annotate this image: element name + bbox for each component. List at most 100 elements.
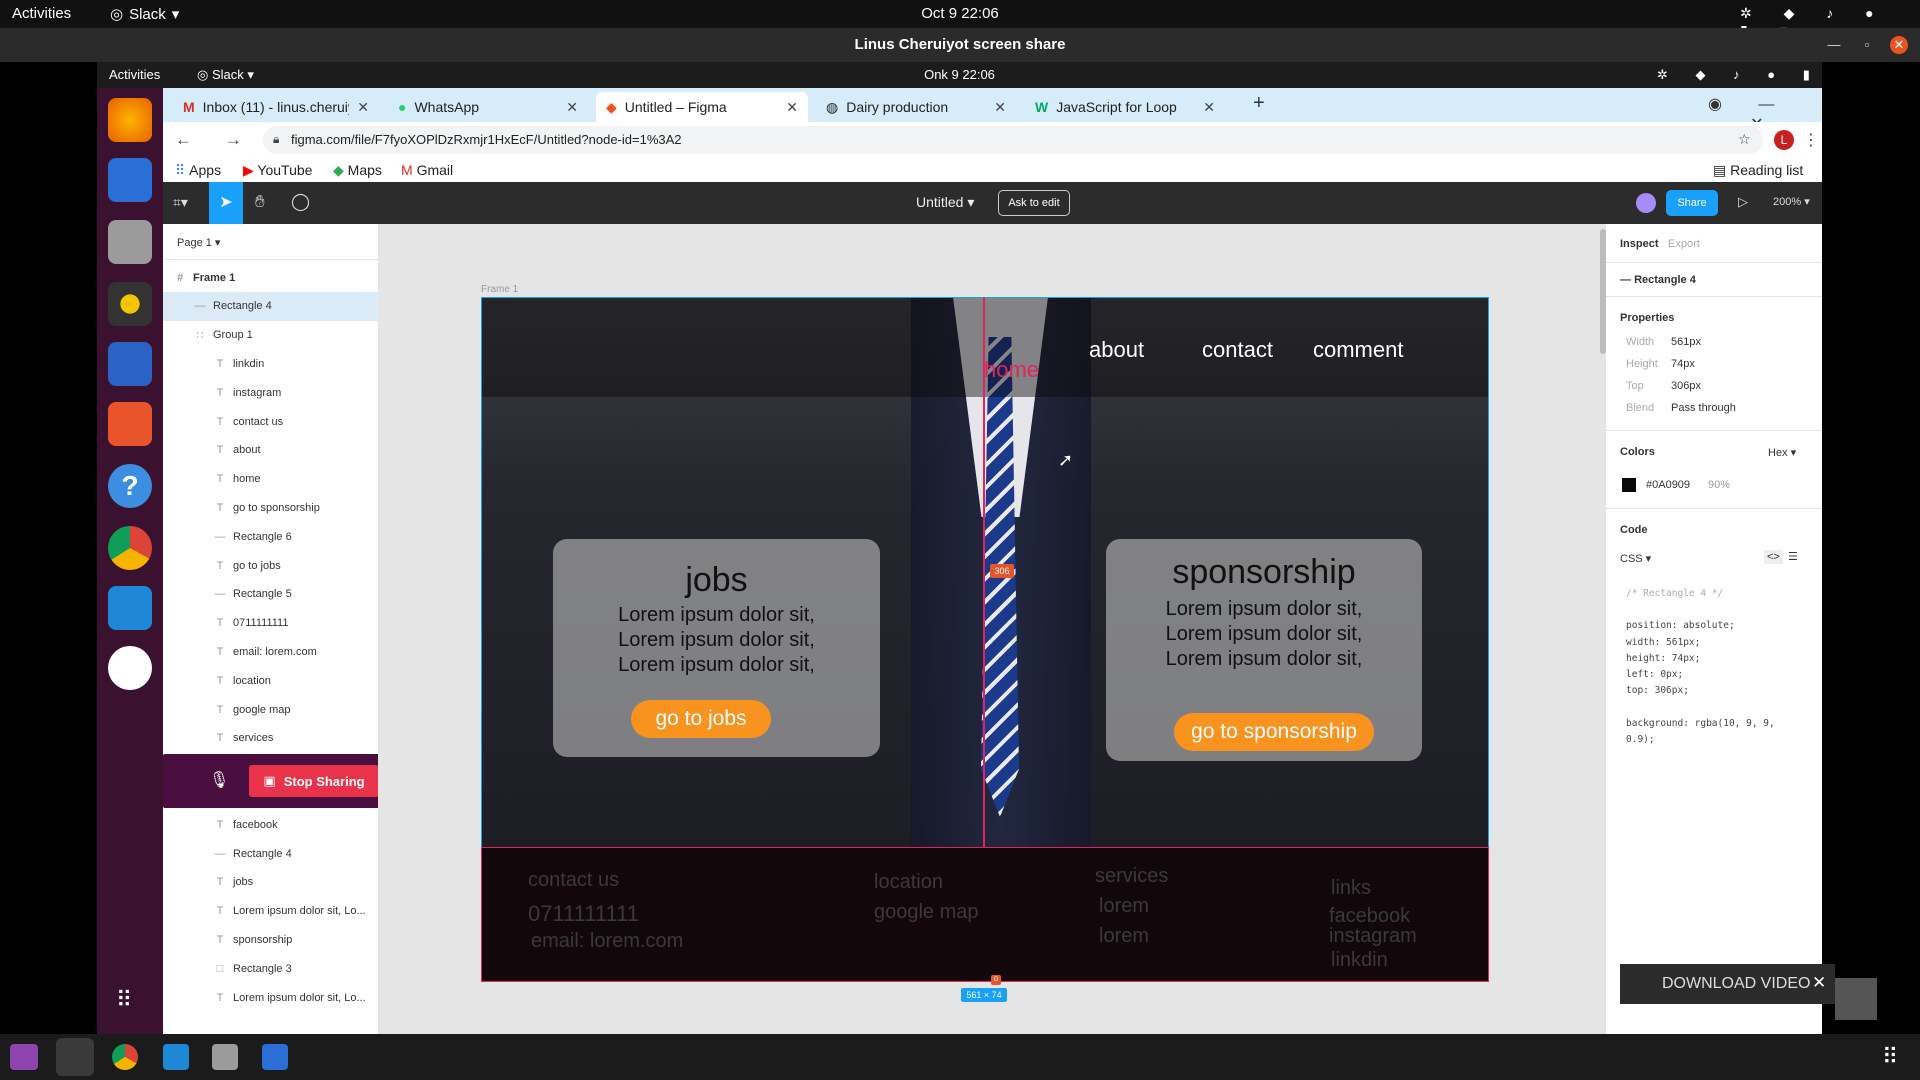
reading-list[interactable]: ▤ Reading list xyxy=(1713,162,1803,179)
star-icon[interactable]: ☆ xyxy=(1738,131,1751,148)
go-to-jobs-button[interactable]: go to jobs xyxy=(631,700,771,738)
layer-row[interactable]: # Frame 1 xyxy=(163,263,378,292)
vscode-icon[interactable] xyxy=(108,586,152,630)
layer-row[interactable]: Tjobs xyxy=(163,868,378,897)
firefox-icon[interactable] xyxy=(108,98,152,142)
tab-dairy[interactable]: ◍ Dairy production ✕ xyxy=(816,92,1016,122)
software-center-icon[interactable] xyxy=(108,402,152,446)
thunderbird-taskbar-icon[interactable] xyxy=(262,1044,288,1070)
frame-label[interactable]: Frame 1 xyxy=(481,284,518,295)
show-apps-icon[interactable]: ⠿ xyxy=(116,985,146,1015)
layer-row[interactable]: Temail: lorem.com xyxy=(163,637,378,666)
nav-comment[interactable]: comment xyxy=(1313,337,1403,363)
color-format-select[interactable]: Hex ▾ xyxy=(1768,446,1796,459)
ask-to-edit-button[interactable]: Ask to edit xyxy=(998,190,1070,216)
bookmark-apps[interactable]: ⠿ Apps xyxy=(175,162,221,179)
share-button[interactable]: Share xyxy=(1666,190,1718,216)
layer-row[interactable]: Tgoogle map xyxy=(163,695,378,724)
comment-tool-icon[interactable]: ◯ xyxy=(291,192,310,212)
layer-row[interactable]: ∷ Group 1 xyxy=(163,321,378,350)
layer-row[interactable]: Tservices xyxy=(163,724,378,753)
stop-sharing-button[interactable]: ▣ Stop Sharing xyxy=(249,765,379,797)
tab-export[interactable]: Export xyxy=(1668,238,1700,250)
close-tab-icon[interactable]: ✕ xyxy=(566,99,578,116)
chrome-taskbar-icon[interactable] xyxy=(112,1044,138,1070)
clock[interactable]: Oct 9 22:06 xyxy=(0,5,1920,22)
chrome-icon[interactable] xyxy=(108,526,152,570)
color-value[interactable]: #0A0909 xyxy=(1646,479,1690,491)
list-view-icon[interactable]: ☰ xyxy=(1788,550,1798,563)
bookmark-maps[interactable]: ◆ Maps xyxy=(333,162,382,179)
layer-row[interactable]: Tfacebook xyxy=(163,810,378,839)
slack-taskbar-icon[interactable] xyxy=(56,1038,94,1076)
show-apps-icon[interactable]: ⠿ xyxy=(1882,1044,1898,1070)
layer-row[interactable]: T Lorem ipsum dolor sit, Lo... xyxy=(163,897,378,926)
layer-row[interactable]: Tsponsorship xyxy=(163,925,378,954)
bookmark-youtube[interactable]: ▶ YouTube xyxy=(243,162,312,179)
layer-row[interactable]: — Rectangle 4 xyxy=(163,839,378,868)
close-tab-icon[interactable]: ✕ xyxy=(357,99,369,116)
layer-row[interactable]: Tinstagram xyxy=(163,378,378,407)
present-icon[interactable]: ▷ xyxy=(1738,194,1748,210)
nav-about[interactable]: about xyxy=(1089,337,1144,363)
tab-whatsapp[interactable]: ● WhatsApp ✕ xyxy=(388,92,588,122)
thunderbird-icon[interactable] xyxy=(108,158,152,202)
avatar[interactable]: L xyxy=(1774,130,1794,150)
layer-row[interactable]: Tlocation xyxy=(163,666,378,695)
code-view-icon[interactable]: <> xyxy=(1764,550,1783,564)
close-tab-icon[interactable]: ✕ xyxy=(1203,99,1215,116)
vscode-taskbar-icon[interactable] xyxy=(163,1044,189,1070)
layer-row[interactable]: Tabout xyxy=(163,436,378,465)
close-tab-icon[interactable]: ✕ xyxy=(786,99,798,116)
layer-row[interactable]: Tgo to jobs xyxy=(163,551,378,580)
menu-dots-icon[interactable]: ⋮ xyxy=(1803,130,1819,150)
design-frame[interactable]: home about contact comment jobs Lorem ip… xyxy=(481,297,1489,982)
files-taskbar-icon[interactable] xyxy=(212,1044,238,1070)
tab-javascript[interactable]: W JavaScript for Loop ✕ xyxy=(1025,92,1225,122)
layer-row[interactable]: — Rectangle 5 xyxy=(163,580,378,609)
css-code-block[interactable]: /* Rectangle 4 */ position: absolute; widt… xyxy=(1626,586,1775,748)
layer-row[interactable]: — Rectangle 4 xyxy=(163,291,378,321)
avatar[interactable] xyxy=(1636,193,1656,213)
layer-row[interactable]: Tlinkdin xyxy=(163,349,378,378)
nav-home[interactable]: home xyxy=(984,357,1039,383)
code-language-select[interactable]: CSS ▾ xyxy=(1620,552,1651,565)
close-tab-icon[interactable]: ✕ xyxy=(994,99,1006,116)
tab-inspect[interactable]: Inspect xyxy=(1620,238,1659,250)
close-icon[interactable]: ✕ xyxy=(1812,973,1826,993)
layer-row[interactable]: — Rectangle 6 xyxy=(163,522,378,551)
bookmark-gmail[interactable]: M Gmail xyxy=(401,162,453,178)
layer-row[interactable]: Tgo to sponsorship xyxy=(163,493,378,522)
layer-row[interactable]: Tcontact us xyxy=(163,407,378,436)
url-field[interactable]: 🔒︎ figma.com/file/F7fyoXOPlDzRxmjr1HxEcF… xyxy=(263,126,1763,154)
new-tab-icon[interactable]: + xyxy=(1253,92,1265,115)
nav-contact[interactable]: contact xyxy=(1202,337,1273,363)
layer-row[interactable]: □ Rectangle 3 xyxy=(163,954,378,983)
color-swatch[interactable] xyxy=(1622,478,1636,492)
layer-row[interactable]: T 0711111111 xyxy=(163,609,378,638)
file-name[interactable]: Untitled ▾ xyxy=(916,194,974,211)
microphone-icon[interactable] xyxy=(1835,978,1877,1020)
zoom-menu[interactable]: 200% ▾ xyxy=(1773,195,1810,208)
layer-name: google map xyxy=(233,703,291,716)
rhythmbox-icon[interactable] xyxy=(108,282,152,326)
go-to-sponsorship-button[interactable]: go to sponsorship xyxy=(1174,713,1374,751)
layer-row[interactable]: Thome xyxy=(163,465,378,494)
writer-icon[interactable] xyxy=(108,342,152,386)
move-tool-icon[interactable]: ➤ xyxy=(209,182,243,224)
close-icon[interactable]: ✕ xyxy=(1890,36,1908,54)
restore-icon[interactable]: ▫ xyxy=(1858,36,1876,54)
slack-dock-icon[interactable] xyxy=(108,646,152,690)
tab-figma[interactable]: ◆ Untitled – Figma ✕ xyxy=(596,92,808,122)
help-icon[interactable]: ? xyxy=(108,464,152,508)
layer-row[interactable]: T Lorem ipsum dolor sit, Lo... xyxy=(163,983,378,1012)
minimize-icon[interactable]: — xyxy=(1825,36,1843,54)
files-icon[interactable] xyxy=(108,220,152,264)
figma-menu-icon[interactable]: ⌗▾ xyxy=(173,194,188,211)
tab-inbox[interactable]: M Inbox (11) - linus.cheruiyo ✕ xyxy=(173,92,379,122)
microphone-icon[interactable]: 🎙︎ xyxy=(209,770,229,790)
screen-recorder-icon[interactable] xyxy=(10,1044,38,1070)
page-selector[interactable]: Page 1 ▾ xyxy=(177,236,220,249)
hand-tool-icon[interactable]: ✋︎ xyxy=(255,192,265,212)
download-video-button[interactable]: DOWNLOAD VIDEO xyxy=(1662,975,1810,993)
